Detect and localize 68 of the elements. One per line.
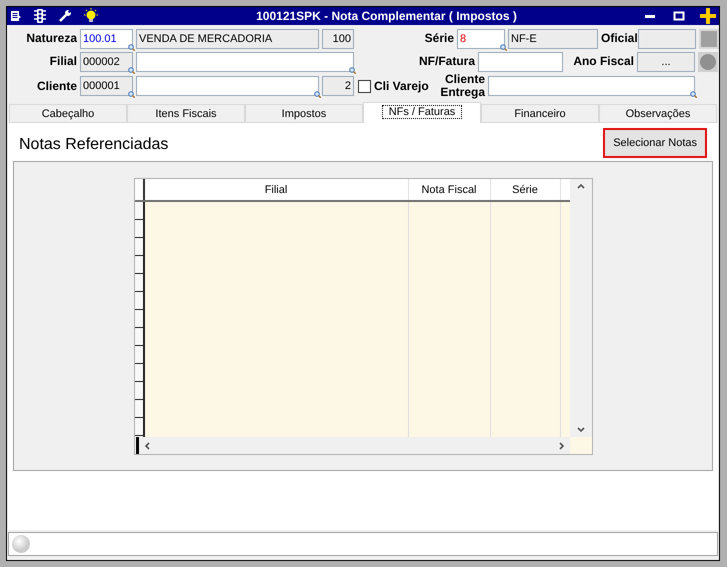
tab[interactable]: Observações [599,104,717,123]
input-field[interactable] [488,76,695,96]
input-field[interactable]: 100 [322,28,354,48]
search-icon[interactable] [128,44,135,50]
field-label: NF/Fatura [418,55,475,68]
field-label: Filial [48,55,77,68]
input-field[interactable]: 000002 [80,52,133,72]
tab[interactable]: Impostos [245,104,363,123]
row-header[interactable] [134,220,142,238]
wrench-icon[interactable] [58,9,72,23]
status-square [699,28,719,48]
column-header[interactable]: Filial [144,179,408,200]
input-field[interactable]: ... [637,52,695,72]
input-field[interactable]: NF-E [508,28,598,48]
search-icon[interactable] [349,66,356,74]
row-header[interactable] [134,292,142,310]
tab[interactable]: Cabeçalho [9,104,127,123]
row-header[interactable] [134,328,142,346]
row-header[interactable] [134,256,142,274]
row-header[interactable] [134,364,142,382]
input-field[interactable] [136,52,354,72]
select-button[interactable]: Selecionar Notas [603,128,707,158]
tab[interactable]: Itens Fiscais [127,104,245,123]
search-icon[interactable] [128,66,135,74]
row-header[interactable] [134,202,142,220]
scrollbar-corner [570,437,592,454]
status-light-icon [11,534,31,554]
row-header[interactable] [134,400,142,418]
maximize-icon[interactable] [673,10,685,22]
field-label: Natureza [25,32,77,45]
input-field[interactable]: VENDA DE MERCADORIA [136,28,319,48]
horizontal-scrollbar[interactable] [138,437,570,454]
column-header[interactable]: Série [490,179,560,200]
field-label: Cliente [36,80,77,92]
checkbox[interactable] [358,80,371,92]
input-field[interactable] [638,28,696,48]
menu-icon[interactable] [10,10,22,22]
light-bulb-icon[interactable] [83,8,99,24]
field-label: Cliente Entrega [439,73,485,99]
section-title: Notas Referenciadas [19,135,168,155]
tab[interactable]: Financeiro [481,104,599,123]
column-header[interactable]: Nota Fiscal [408,179,490,200]
input-field[interactable]: 000001 [80,76,133,96]
input-field[interactable]: 8 [457,28,505,48]
vertical-scrollbar[interactable] [570,179,592,437]
input-field[interactable] [136,76,319,96]
window-title: 100121SPK - Nota Complementar ( Impostos ) [255,8,518,25]
search-icon[interactable] [690,91,697,98]
tab[interactable]: NFs / Faturas [363,102,481,123]
checkbox-label: Cli Varejo [374,78,430,95]
input-field[interactable] [478,52,563,72]
input-field[interactable]: 2 [322,76,354,96]
row-header[interactable] [134,382,142,400]
row-header[interactable] [134,310,142,328]
traffic-light-icon[interactable] [33,9,47,23]
row-indicator [136,437,138,454]
plus-icon[interactable] [700,8,716,24]
row-header[interactable] [134,346,142,364]
row-header[interactable] [134,274,142,292]
row-header[interactable] [134,418,142,436]
search-icon[interactable] [314,91,321,98]
input-field[interactable]: 100.01 [80,28,133,48]
field-label: Ano Fiscal [572,55,634,68]
search-icon[interactable] [128,91,135,98]
field-label: Oficial [601,32,635,45]
field-label: Série [424,32,454,45]
search-icon[interactable] [500,44,507,50]
row-header[interactable] [134,238,142,256]
